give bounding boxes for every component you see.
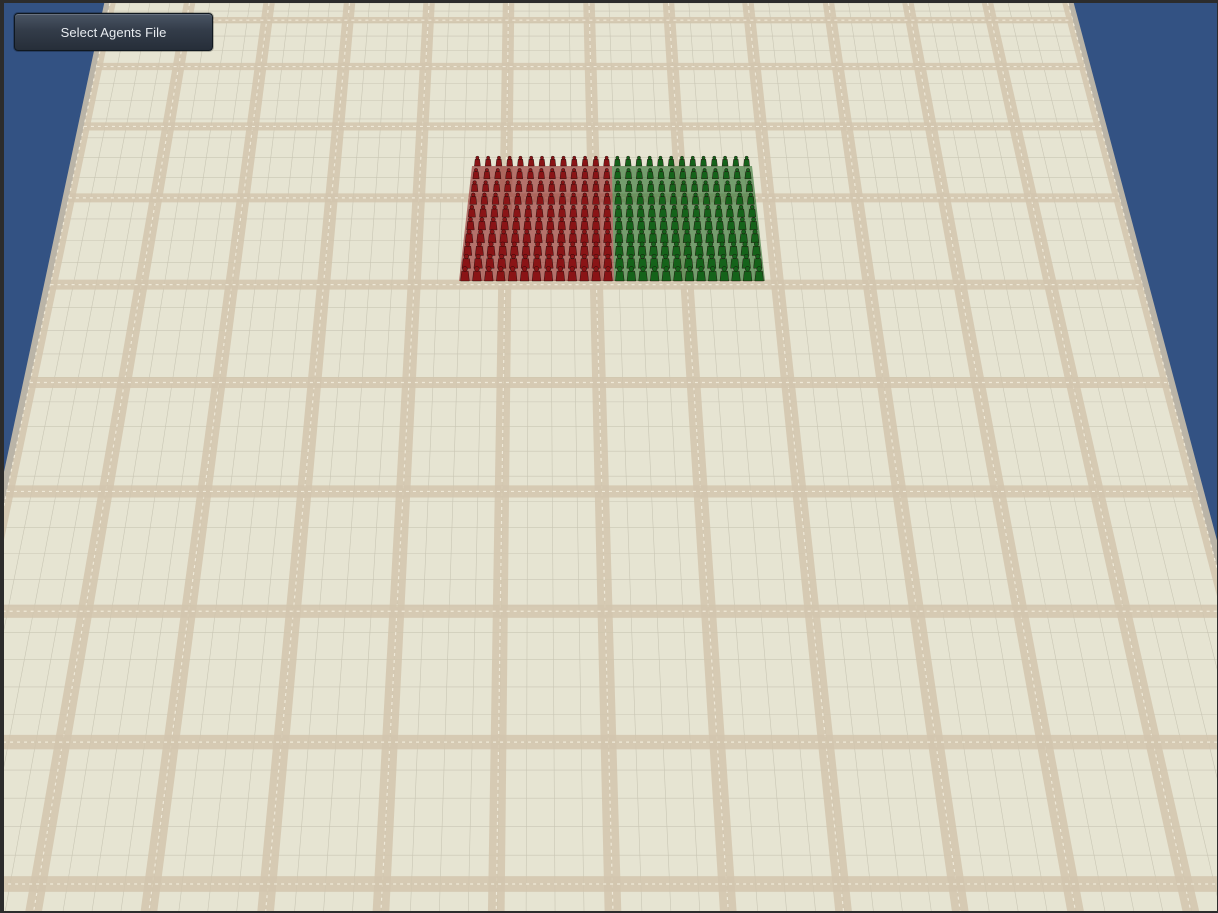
floor-band-horizontal — [0, 734, 1218, 750]
game-viewport[interactable]: Select Agents File — [0, 0, 1218, 913]
scene-canvas[interactable] — [0, 0, 1218, 913]
agent-group-red — [459, 155, 614, 282]
agent-group-green — [612, 155, 765, 282]
floor-band-horizontal — [0, 604, 1218, 618]
floor-band-horizontal — [0, 876, 1218, 892]
agent-formation — [459, 155, 765, 282]
floor-band-horizontal — [83, 122, 1102, 131]
select-agents-file-button[interactable]: Select Agents File — [14, 13, 213, 51]
tiled-floor-plane — [0, 2, 1218, 913]
